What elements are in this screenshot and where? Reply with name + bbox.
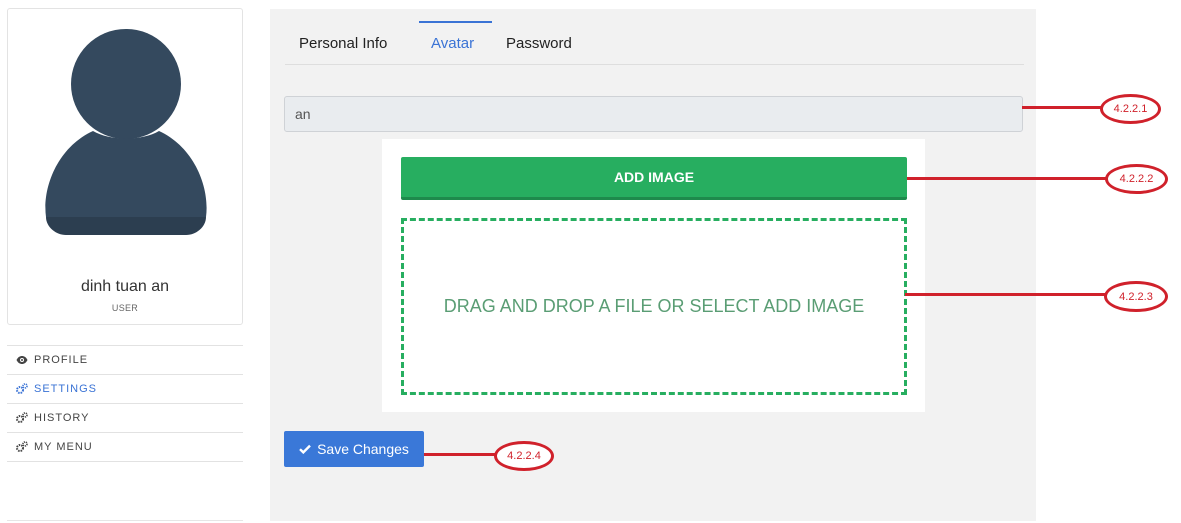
menu-item-history[interactable]: HISTORY bbox=[7, 403, 243, 432]
gears-icon bbox=[16, 383, 28, 395]
eye-icon bbox=[16, 354, 28, 366]
menu-item-label: SETTINGS bbox=[34, 383, 98, 395]
callout-line bbox=[907, 177, 1107, 180]
add-image-button[interactable]: ADD IMAGE bbox=[401, 157, 907, 200]
tab-bar: Personal Info Avatar Password bbox=[285, 9, 1024, 65]
image-upload-box: ADD IMAGE DRAG AND DROP A FILE OR SELECT… bbox=[382, 139, 925, 412]
active-tab-indicator bbox=[419, 21, 492, 23]
menu-item-settings[interactable]: SETTINGS bbox=[7, 374, 243, 403]
save-changes-button[interactable]: Save Changes bbox=[284, 431, 424, 467]
user-role: USER bbox=[111, 303, 139, 313]
dropzone-text: DRAG AND DROP A FILE OR SELECT ADD IMAGE bbox=[443, 296, 865, 316]
checkmark-icon bbox=[299, 444, 311, 454]
menu-item-label: MY MENU bbox=[34, 441, 93, 453]
profile-card: dinh tuan an USER bbox=[7, 8, 243, 325]
tab-password[interactable]: Password bbox=[506, 35, 572, 52]
side-menu: PROFILE SETTINGS HISTORY MY MENU bbox=[7, 345, 243, 462]
settings-panel: Personal Info Avatar Password ADD IMAGE … bbox=[270, 9, 1036, 521]
callout-badge: 4.2.2.1 bbox=[1100, 94, 1161, 124]
callout-badge: 4.2.2.4 bbox=[494, 441, 554, 471]
tab-avatar[interactable]: Avatar bbox=[431, 35, 474, 52]
callout-badge: 4.2.2.3 bbox=[1104, 281, 1168, 312]
divider bbox=[7, 520, 243, 521]
callout-line bbox=[424, 453, 496, 456]
gears-icon bbox=[16, 412, 28, 424]
save-button-label: Save Changes bbox=[317, 441, 409, 457]
menu-item-label: PROFILE bbox=[34, 354, 89, 366]
menu-item-my-menu[interactable]: MY MENU bbox=[7, 432, 243, 462]
tab-personal-info[interactable]: Personal Info bbox=[299, 35, 387, 52]
user-name: dinh tuan an bbox=[80, 278, 170, 295]
file-dropzone[interactable]: DRAG AND DROP A FILE OR SELECT ADD IMAGE bbox=[401, 218, 907, 395]
name-input[interactable] bbox=[284, 96, 1023, 132]
gears-icon bbox=[16, 441, 28, 453]
callout-line bbox=[905, 293, 1105, 296]
user-avatar-icon bbox=[45, 29, 207, 235]
menu-item-label: HISTORY bbox=[34, 412, 90, 424]
menu-item-profile[interactable]: PROFILE bbox=[7, 345, 243, 374]
callout-badge: 4.2.2.2 bbox=[1105, 164, 1168, 194]
callout-line bbox=[1022, 106, 1102, 109]
